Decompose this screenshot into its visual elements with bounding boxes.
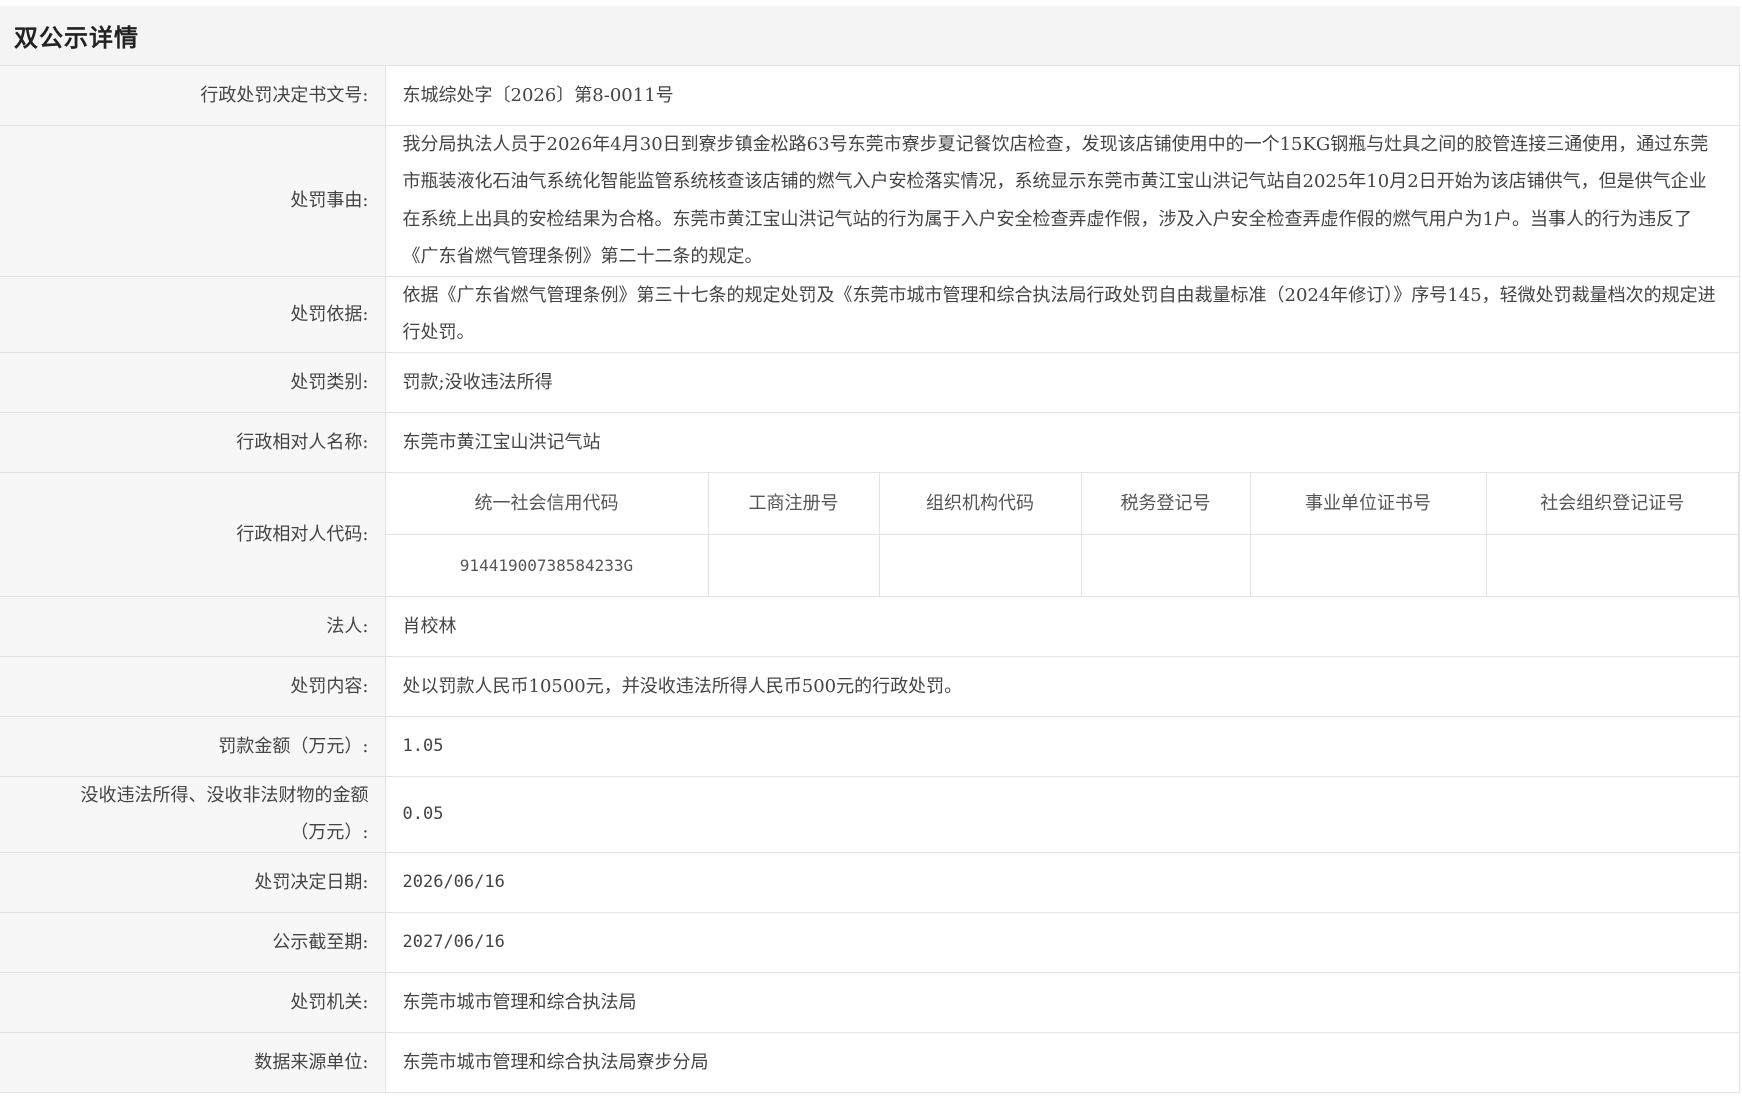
party-code-table: 统一社会信用代码 工商注册号 组织机构代码 税务登记号 事业单位证书号 社会组织… (385, 472, 1740, 596)
detail-table: 行政处罚决定书文号: 东城综处字〔2026〕第8-0011号 处罚事由: 我分局… (0, 66, 1740, 1093)
publish-until-label: 公示截至期: (0, 912, 386, 973)
row-publish-until: 公示截至期: 2027/06/16 (0, 912, 1740, 973)
row-legal-person: 法人: 肖校林 (0, 596, 1740, 657)
legal-person-value: 肖校林 (385, 596, 1740, 657)
source-label: 数据来源单位: (0, 1032, 386, 1093)
row-doc-no: 行政处罚决定书文号: 东城综处字〔2026〕第8-0011号 (0, 66, 1740, 126)
row-reason: 处罚事由: 我分局执法人员于2026年4月30日到寮步镇金松路63号东莞市寮步夏… (0, 125, 1740, 277)
code-header-institution-cert: 事业单位证书号 (1249, 472, 1487, 535)
source-value: 东莞市城市管理和综合执法局寮步分局 (385, 1032, 1740, 1093)
code-value-social-org (1485, 534, 1739, 596)
page-header: 双公示详情 (0, 6, 1740, 66)
confiscation-label: 没收违法所得、没收非法财物的金额（万元）: (0, 776, 386, 853)
legal-person-label: 法人: (0, 596, 386, 657)
confiscation-value: 0.05 (385, 776, 1740, 853)
content-value: 处以罚款人民币10500元，并没收违法所得人民币500元的行政处罚。 (385, 656, 1740, 717)
content-label: 处罚内容: (0, 656, 386, 717)
doc-no-value: 东城综处字〔2026〕第8-0011号 (385, 66, 1740, 126)
reason-value: 我分局执法人员于2026年4月30日到寮步镇金松路63号东莞市寮步夏记餐饮店检查… (385, 125, 1740, 277)
decision-date-label: 处罚决定日期: (0, 852, 386, 913)
row-category: 处罚类别: 罚款;没收违法所得 (0, 352, 1740, 413)
row-authority: 处罚机关: 东莞市城市管理和综合执法局 (0, 972, 1740, 1033)
party-name-value: 东莞市黄江宝山洪记气站 (385, 412, 1740, 473)
row-party-name: 行政相对人名称: 东莞市黄江宝山洪记气站 (0, 412, 1740, 473)
code-header-credit: 统一社会信用代码 (385, 472, 709, 535)
code-header-social-org: 社会组织登记证号 (1485, 472, 1739, 535)
reason-label: 处罚事由: (0, 125, 386, 277)
detail-page: 双公示详情 行政处罚决定书文号: 东城综处字〔2026〕第8-0011号 处罚事… (0, 6, 1740, 1093)
row-content: 处罚内容: 处以罚款人民币10500元，并没收违法所得人民币500元的行政处罚。 (0, 656, 1740, 717)
decision-date-value: 2026/06/16 (385, 852, 1740, 913)
party-code-label: 行政相对人代码: (0, 472, 386, 597)
fine-value: 1.05 (385, 716, 1740, 777)
row-fine: 罚款金额（万元）: 1.05 (0, 716, 1740, 777)
code-value-business-reg (707, 534, 880, 596)
party-code-value-row: 91441900738584233G (385, 534, 1739, 596)
row-source: 数据来源单位: 东莞市城市管理和综合执法局寮步分局 (0, 1032, 1740, 1093)
category-value: 罚款;没收违法所得 (385, 352, 1740, 413)
doc-no-label: 行政处罚决定书文号: (0, 66, 386, 126)
authority-label: 处罚机关: (0, 972, 386, 1033)
row-party-code: 行政相对人代码: 统一社会信用代码 工商注册号 组织机构代码 税务登记号 事业单… (0, 472, 1740, 597)
publish-until-value: 2027/06/16 (385, 912, 1740, 973)
code-header-org-code: 组织机构代码 (878, 472, 1082, 535)
page-title: 双公示详情 (14, 24, 139, 52)
fine-label: 罚款金额（万元）: (0, 716, 386, 777)
basis-value: 依据《广东省燃气管理条例》第三十七条的规定处罚及《东莞市城市管理和综合执法局行政… (385, 276, 1740, 353)
authority-value: 东莞市城市管理和综合执法局 (385, 972, 1740, 1033)
code-header-business-reg: 工商注册号 (707, 472, 880, 535)
code-header-tax-reg: 税务登记号 (1080, 472, 1251, 535)
code-value-institution-cert (1249, 534, 1487, 596)
party-name-label: 行政相对人名称: (0, 412, 386, 473)
row-basis: 处罚依据: 依据《广东省燃气管理条例》第三十七条的规定处罚及《东莞市城市管理和综… (0, 276, 1740, 353)
category-label: 处罚类别: (0, 352, 386, 413)
row-confiscation: 没收违法所得、没收非法财物的金额（万元）: 0.05 (0, 776, 1740, 853)
code-value-tax-reg (1080, 534, 1251, 596)
code-value-org-code (878, 534, 1082, 596)
basis-label: 处罚依据: (0, 276, 386, 353)
party-code-cell: 统一社会信用代码 工商注册号 组织机构代码 税务登记号 事业单位证书号 社会组织… (385, 472, 1740, 597)
row-decision-date: 处罚决定日期: 2026/06/16 (0, 852, 1740, 913)
code-value-credit: 91441900738584233G (385, 534, 709, 596)
party-code-header-row: 统一社会信用代码 工商注册号 组织机构代码 税务登记号 事业单位证书号 社会组织… (385, 472, 1739, 535)
